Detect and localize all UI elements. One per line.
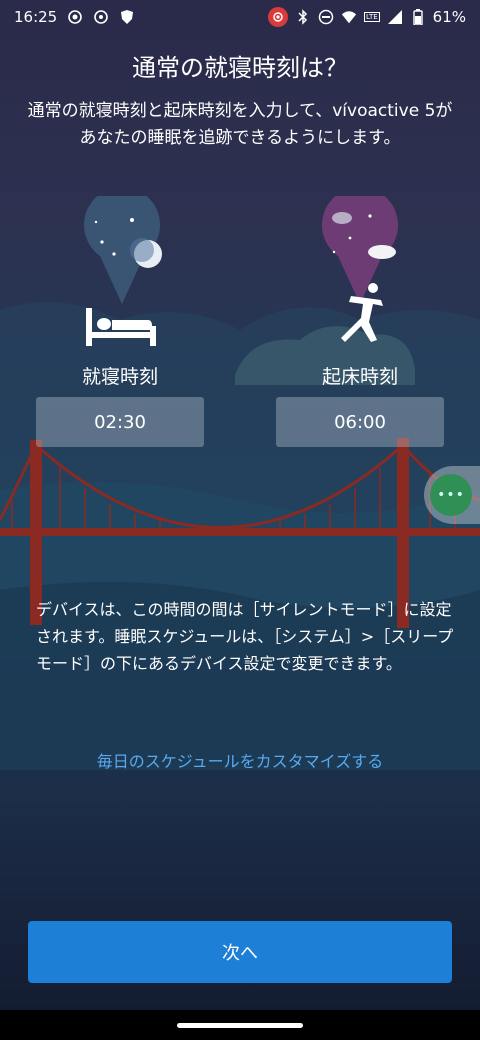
- customize-schedule-link[interactable]: 毎日のスケジュールをカスタマイズする: [0, 748, 480, 772]
- info-text: デバイスは、この時間の間は［サイレントモード］に設定されます。睡眠スケジュールは…: [36, 600, 454, 673]
- chat-fab[interactable]: •••: [424, 466, 480, 524]
- night-city-illustration: [0, 302, 480, 770]
- chat-bubble-icon: •••: [430, 474, 472, 516]
- lte-badge: LTE: [364, 12, 380, 22]
- shield-icon: [119, 9, 135, 25]
- battery-icon: [410, 9, 426, 25]
- bluetooth-icon: [295, 9, 311, 25]
- page-title: 通常の就寝時刻は？: [132, 54, 348, 82]
- sleep-schedule-screen: 16:25 LTE 61% 通常の就寝時刻は？ 通常の就寝時刻と起床時刻を入力し…: [0, 0, 480, 1040]
- page-subtitle: 通常の就寝時刻と起床時刻を入力して、vívoactive 5があなたの睡眠を追跡…: [27, 101, 453, 148]
- wake-input[interactable]: 06:00: [276, 397, 444, 447]
- stretch-icon: [341, 283, 383, 342]
- status-time: 16:25: [14, 8, 58, 26]
- wake-label: 起床時刻: [321, 366, 398, 388]
- home-gesture-bar[interactable]: [177, 1023, 303, 1028]
- next-button[interactable]: 次へ: [28, 921, 452, 983]
- dnd-icon: [318, 9, 334, 25]
- status-bar: 16:25 LTE 61%: [0, 0, 480, 34]
- nfc-icon: [67, 9, 83, 25]
- bedtime-label: 就寝時刻: [81, 366, 158, 388]
- bed-icon: [86, 308, 156, 346]
- wifi-icon: [341, 9, 357, 25]
- signal-icon: [387, 9, 403, 25]
- moon-pin-icon: [84, 196, 162, 304]
- battery-percent: 61%: [432, 8, 466, 26]
- navigation-bar: [0, 1010, 480, 1040]
- record-icon: [268, 7, 289, 27]
- target-icon: [93, 9, 109, 25]
- bedtime-input[interactable]: 02:30: [36, 397, 204, 447]
